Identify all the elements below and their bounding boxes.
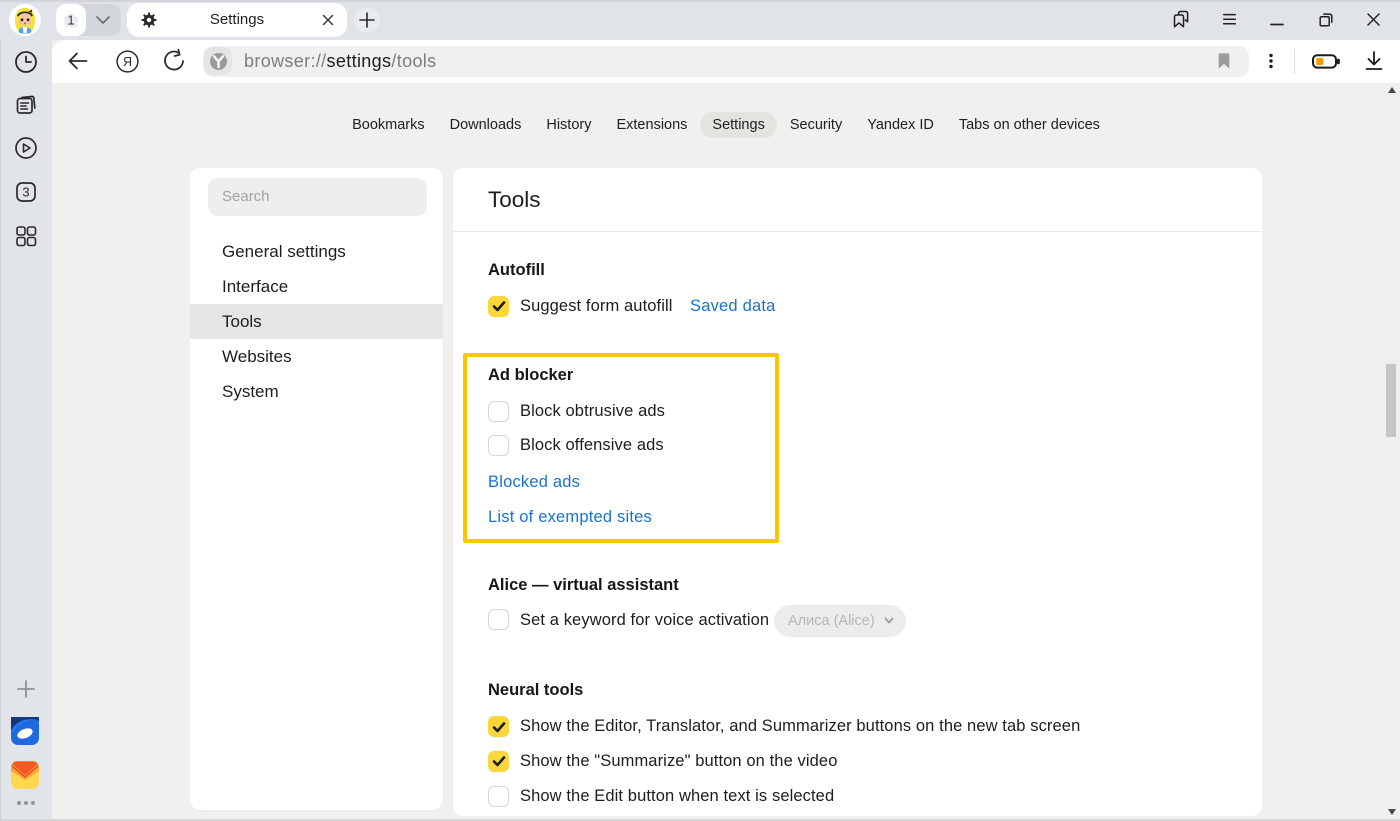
svg-text:1: 1: [67, 13, 74, 28]
svg-text:Я: Я: [123, 55, 132, 69]
svg-text:3: 3: [22, 185, 29, 200]
